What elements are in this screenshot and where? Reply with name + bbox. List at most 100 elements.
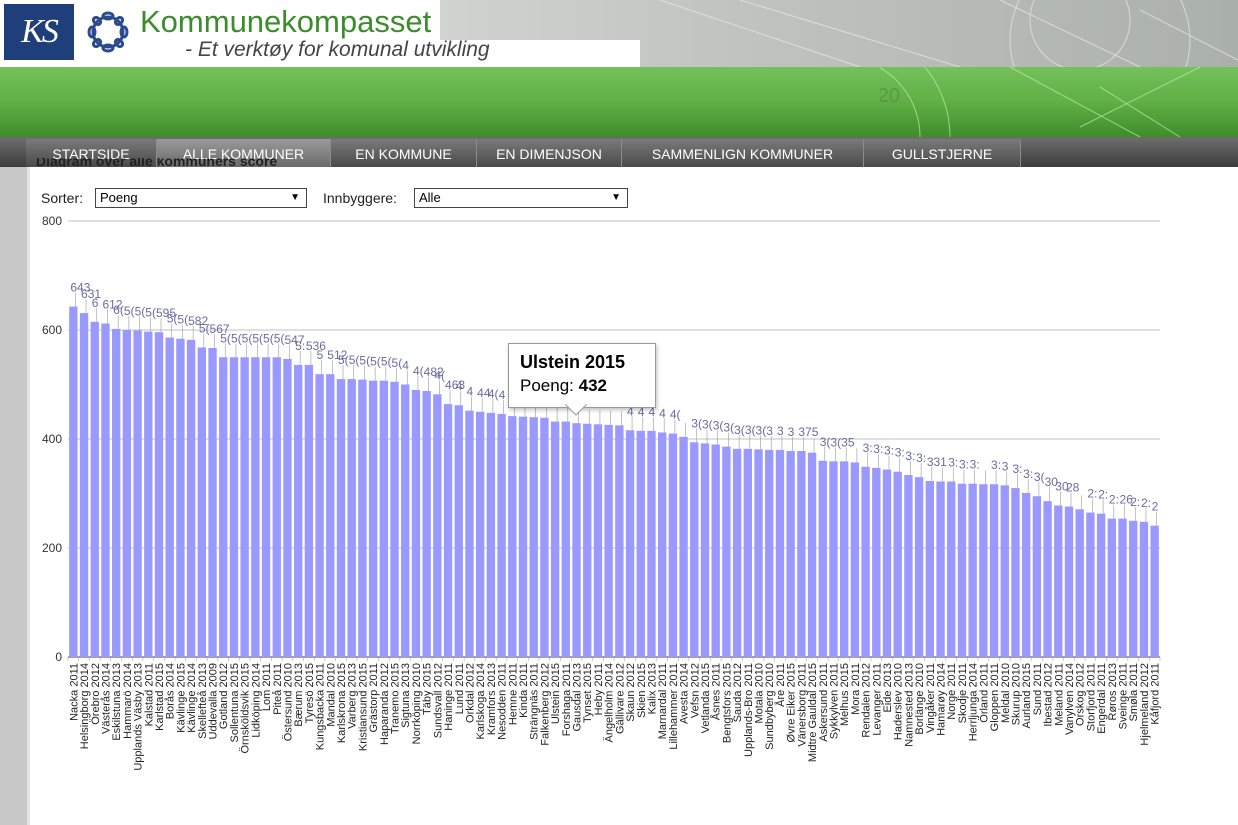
- data-label: 5(: [124, 304, 135, 318]
- bar: [550, 421, 560, 657]
- data-label: 2:: [1130, 495, 1140, 509]
- data-label: 5(: [274, 331, 285, 345]
- bar: [529, 417, 538, 657]
- bar: [882, 469, 892, 657]
- bar: [690, 442, 699, 657]
- bar: [647, 430, 656, 657]
- y-tick-label: 800: [42, 214, 62, 228]
- tooltip-title: Ulstein 2015: [520, 352, 626, 372]
- bar: [1129, 520, 1138, 657]
- bar: [79, 313, 89, 657]
- data-label: 3:: [863, 441, 873, 455]
- data-label: 28: [1066, 481, 1080, 495]
- bar: [989, 484, 999, 657]
- x-tick-label: Kåfjord 2011: [1150, 663, 1162, 725]
- data-label: 3:: [884, 444, 894, 458]
- bar: [658, 432, 667, 657]
- data-label: 4: [659, 406, 666, 420]
- bar: [1054, 505, 1063, 657]
- bar: [775, 449, 785, 657]
- bar: [636, 430, 645, 657]
- bar: [208, 347, 217, 657]
- bar: [347, 379, 356, 657]
- data-label: 3:: [905, 449, 915, 463]
- bar: [1139, 521, 1149, 657]
- data-label: 3:: [948, 456, 958, 470]
- y-tick-label: 600: [42, 323, 62, 337]
- data-label: 3:: [916, 451, 926, 465]
- bar: [711, 444, 720, 657]
- bar: [914, 477, 924, 657]
- data-label: 5(: [135, 305, 146, 319]
- bar: [561, 421, 570, 657]
- bar: [754, 449, 763, 657]
- data-label: 5(: [252, 331, 263, 345]
- bar: [1022, 492, 1031, 657]
- bar: [90, 321, 99, 657]
- bar: [583, 423, 592, 657]
- bar: [240, 357, 249, 657]
- bar: [957, 483, 967, 657]
- data-label: 3:: [959, 458, 969, 472]
- bar: [936, 481, 945, 657]
- bar: [850, 462, 860, 657]
- bar: [1064, 506, 1074, 657]
- bar: [219, 357, 228, 657]
- data-label: 4(: [488, 387, 499, 401]
- bar: [925, 480, 934, 657]
- data-label: 3(: [723, 421, 734, 435]
- bar: [797, 450, 806, 657]
- bar: [165, 337, 174, 657]
- bar: [668, 433, 678, 657]
- bar: [722, 446, 731, 657]
- bar: [1150, 525, 1159, 657]
- bar: [1000, 485, 1009, 657]
- bar: [368, 380, 378, 657]
- bar: [315, 374, 324, 657]
- bar: [411, 389, 421, 657]
- data-label: 6(: [113, 303, 124, 317]
- bar: [615, 425, 624, 657]
- bar: [840, 461, 849, 657]
- bar: [508, 416, 517, 657]
- data-label: 4: [456, 379, 463, 393]
- bar: [465, 410, 474, 657]
- data-label: 5(: [263, 331, 274, 345]
- data-label: 3:: [1023, 467, 1033, 481]
- data-label: 3(: [830, 435, 841, 449]
- data-label: 4(: [413, 364, 424, 378]
- bar: [700, 443, 710, 657]
- bar: [540, 417, 549, 657]
- bar: [872, 467, 881, 657]
- bar: [69, 306, 78, 657]
- bar: [593, 424, 603, 657]
- bar: [476, 411, 485, 657]
- bar: [133, 330, 142, 657]
- bar: [979, 484, 988, 657]
- bar: [176, 338, 185, 657]
- bar: [112, 328, 121, 657]
- bar: [604, 424, 613, 657]
- data-label: 35: [841, 435, 855, 449]
- bar: [829, 461, 838, 657]
- bar: [101, 323, 110, 657]
- bar: [486, 412, 496, 657]
- bar: [679, 436, 688, 657]
- data-label: 3(: [734, 423, 745, 437]
- data-label: 3:: [895, 446, 905, 460]
- bar: [433, 394, 442, 657]
- bar: [261, 357, 271, 657]
- bar: [379, 380, 388, 657]
- bar: [1075, 509, 1084, 657]
- bar: [893, 471, 902, 657]
- bar: [1032, 496, 1042, 657]
- bar: [251, 357, 260, 657]
- data-label: 3: [788, 425, 795, 439]
- data-label: 5(: [220, 331, 231, 345]
- data-label: 375: [798, 425, 818, 439]
- bar: [304, 364, 314, 657]
- bar: [1043, 501, 1052, 657]
- data-label: 3: [777, 424, 784, 438]
- data-label: 3:: [873, 442, 883, 456]
- bar: [968, 483, 977, 657]
